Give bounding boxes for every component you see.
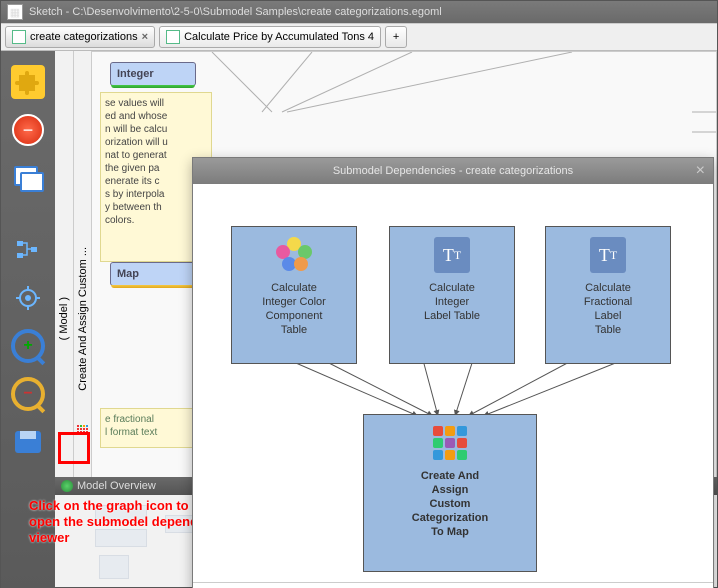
title-bar: ▦ Sketch - C:\Desenvolvimento\2-5-0\Subm… [1, 1, 717, 23]
main-window: ▦ Sketch - C:\Desenvolvimento\2-5-0\Subm… [0, 0, 718, 588]
dialog-footer: Close [193, 582, 713, 588]
close-icon[interactable]: × [142, 31, 148, 43]
tab-label: Calculate Price by Accumulated Tons 4 [184, 31, 374, 43]
palette-icon [276, 237, 312, 273]
fractional-note: e fractional l format text [100, 408, 200, 448]
puzzle-icon[interactable] [11, 65, 45, 99]
zoom-out-button[interactable]: − [11, 377, 45, 411]
grid-icon [12, 30, 26, 44]
node-calc-integer-color[interactable]: Calculate Integer Color Component Table [231, 226, 357, 364]
map-node[interactable]: Map [110, 262, 196, 286]
annotation-marker [58, 432, 90, 464]
target-button[interactable] [11, 281, 45, 315]
node-calc-fractional-label[interactable]: TT Calculate Fractional Label Table [545, 226, 671, 364]
submodel-dependencies-dialog: Submodel Dependencies - create categoriz… [192, 157, 714, 588]
tab-create-categorizations[interactable]: create categorizations × [5, 26, 155, 48]
grid-icon [432, 425, 468, 461]
close-icon[interactable]: × [696, 162, 705, 180]
grid-icon [166, 30, 180, 44]
main-area: − + − ( Model ) Create And Assign Custom… [1, 51, 717, 587]
tree-button[interactable] [11, 233, 45, 267]
text-icon: TT [434, 237, 470, 273]
overview-node [99, 555, 129, 579]
integer-node[interactable]: Integer [110, 62, 196, 86]
dialog-title-bar[interactable]: Submodel Dependencies - create categoriz… [193, 158, 713, 184]
windows-button[interactable] [11, 161, 45, 195]
zoom-in-button[interactable]: + [11, 329, 45, 363]
globe-icon [61, 480, 73, 492]
save-button[interactable] [11, 425, 45, 459]
delete-button[interactable]: − [11, 113, 45, 147]
dialog-title: Submodel Dependencies - create categoriz… [333, 165, 573, 177]
node-calc-integer-label[interactable]: TT Calculate Integer Label Table [389, 226, 515, 364]
app-icon: ▦ [7, 4, 23, 20]
node-create-assign-categorization[interactable]: Create And Assign Custom Categorization … [363, 414, 537, 572]
add-tab-button[interactable]: + [385, 26, 407, 48]
tab-label: create categorizations [30, 31, 138, 43]
dialog-body: Calculate Integer Color Component Table … [193, 184, 713, 582]
tab-calculate-price[interactable]: Calculate Price by Accumulated Tons 4 [159, 26, 381, 48]
window-title: Sketch - C:\Desenvolvimento\2-5-0\Submod… [29, 6, 442, 18]
text-icon: TT [590, 237, 626, 273]
document-tabs: create categorizations × Calculate Price… [1, 23, 717, 51]
